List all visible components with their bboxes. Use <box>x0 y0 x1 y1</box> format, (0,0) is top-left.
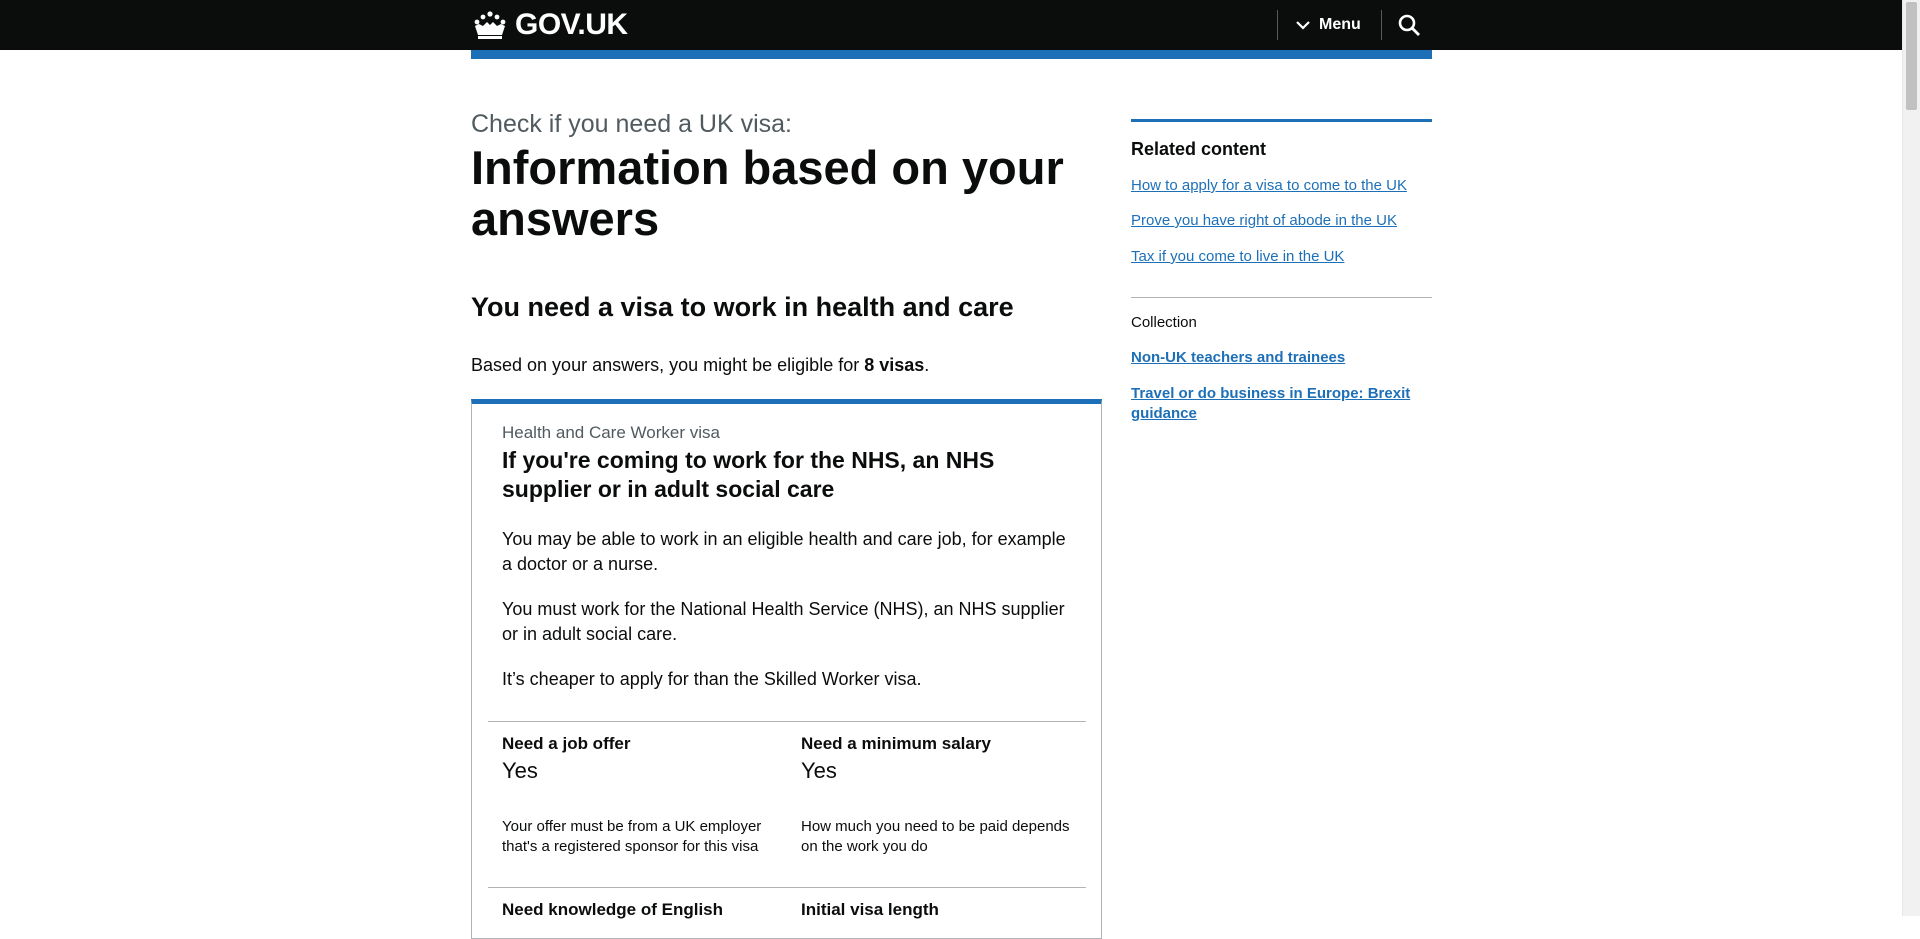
sidebar-top-rule <box>1131 119 1432 122</box>
result-heading: You need a visa to work in health and ca… <box>471 292 1014 322</box>
logo-text: GOV.UK <box>515 8 628 41</box>
attribute-value-minimum-salary: Yes <box>801 758 837 783</box>
eligibility-summary: Based on your answers, you might be elig… <box>471 355 929 376</box>
visa-card-paragraph: You must work for the National Health Se… <box>502 599 1065 644</box>
header-separator <box>1381 10 1382 40</box>
visa-card-paragraph: You may be able to work in an eligible h… <box>502 529 1066 574</box>
collection-link-teachers[interactable]: Non-UK teachers and trainees <box>1131 348 1431 368</box>
related-content-heading: Related content <box>1131 139 1267 159</box>
attribute-description-job-offer: Your offer must be from a UK employer th… <box>502 818 762 855</box>
attribute-label-english: Need knowledge of English <box>502 900 724 919</box>
header-separator <box>1277 10 1278 40</box>
collection-link-brexit[interactable]: Travel or do business in Europe: Brexit … <box>1131 384 1421 424</box>
related-link-right-of-abode[interactable]: Prove you have right of abode in the UK <box>1131 211 1431 231</box>
attribute-label-minimum-salary: Need a minimum salary <box>801 734 991 753</box>
card-divider <box>488 721 1086 722</box>
related-link-tax[interactable]: Tax if you come to live in the UK <box>1131 247 1431 267</box>
eligibility-suffix: . <box>924 355 930 375</box>
govuk-logo-link[interactable]: GOV.UK <box>471 8 628 42</box>
page-caption: Check if you need a UK visa: <box>471 110 792 138</box>
visa-card-title: If you're coming to work for the NHS, an… <box>502 447 995 502</box>
visa-card-paragraph: It’s cheaper to apply for than the Skill… <box>502 669 922 689</box>
search-icon[interactable] <box>1397 13 1421 37</box>
related-link-apply-visa[interactable]: How to apply for a visa to come to the U… <box>1131 176 1431 196</box>
attribute-value-job-offer: Yes <box>502 758 538 783</box>
attribute-label-visa-length: Initial visa length <box>801 900 939 919</box>
site-header: GOV.UK Menu <box>0 0 1902 50</box>
crown-icon <box>474 11 506 39</box>
menu-label: Menu <box>1319 16 1361 33</box>
page-scrollbar[interactable] <box>1902 0 1920 916</box>
header-accent-bar <box>471 50 1432 59</box>
chevron-down-icon <box>1296 21 1310 30</box>
menu-button[interactable]: Menu <box>1296 12 1361 38</box>
eligibility-count: 8 visas <box>864 355 925 375</box>
sidebar-divider <box>1131 297 1432 298</box>
page-title: Information based on your answers <box>471 141 1064 245</box>
attribute-description-minimum-salary: How much you need to be paid depends on … <box>801 818 1070 855</box>
scrollbar-thumb[interactable] <box>1906 2 1917 110</box>
attribute-label-job-offer: Need a job offer <box>502 734 631 753</box>
eligibility-prefix: Based on your answers, you might be elig… <box>471 355 865 375</box>
visa-card-caption: Health and Care Worker visa <box>502 423 720 442</box>
card-divider <box>488 887 1086 888</box>
collection-label: Collection <box>1131 314 1197 331</box>
